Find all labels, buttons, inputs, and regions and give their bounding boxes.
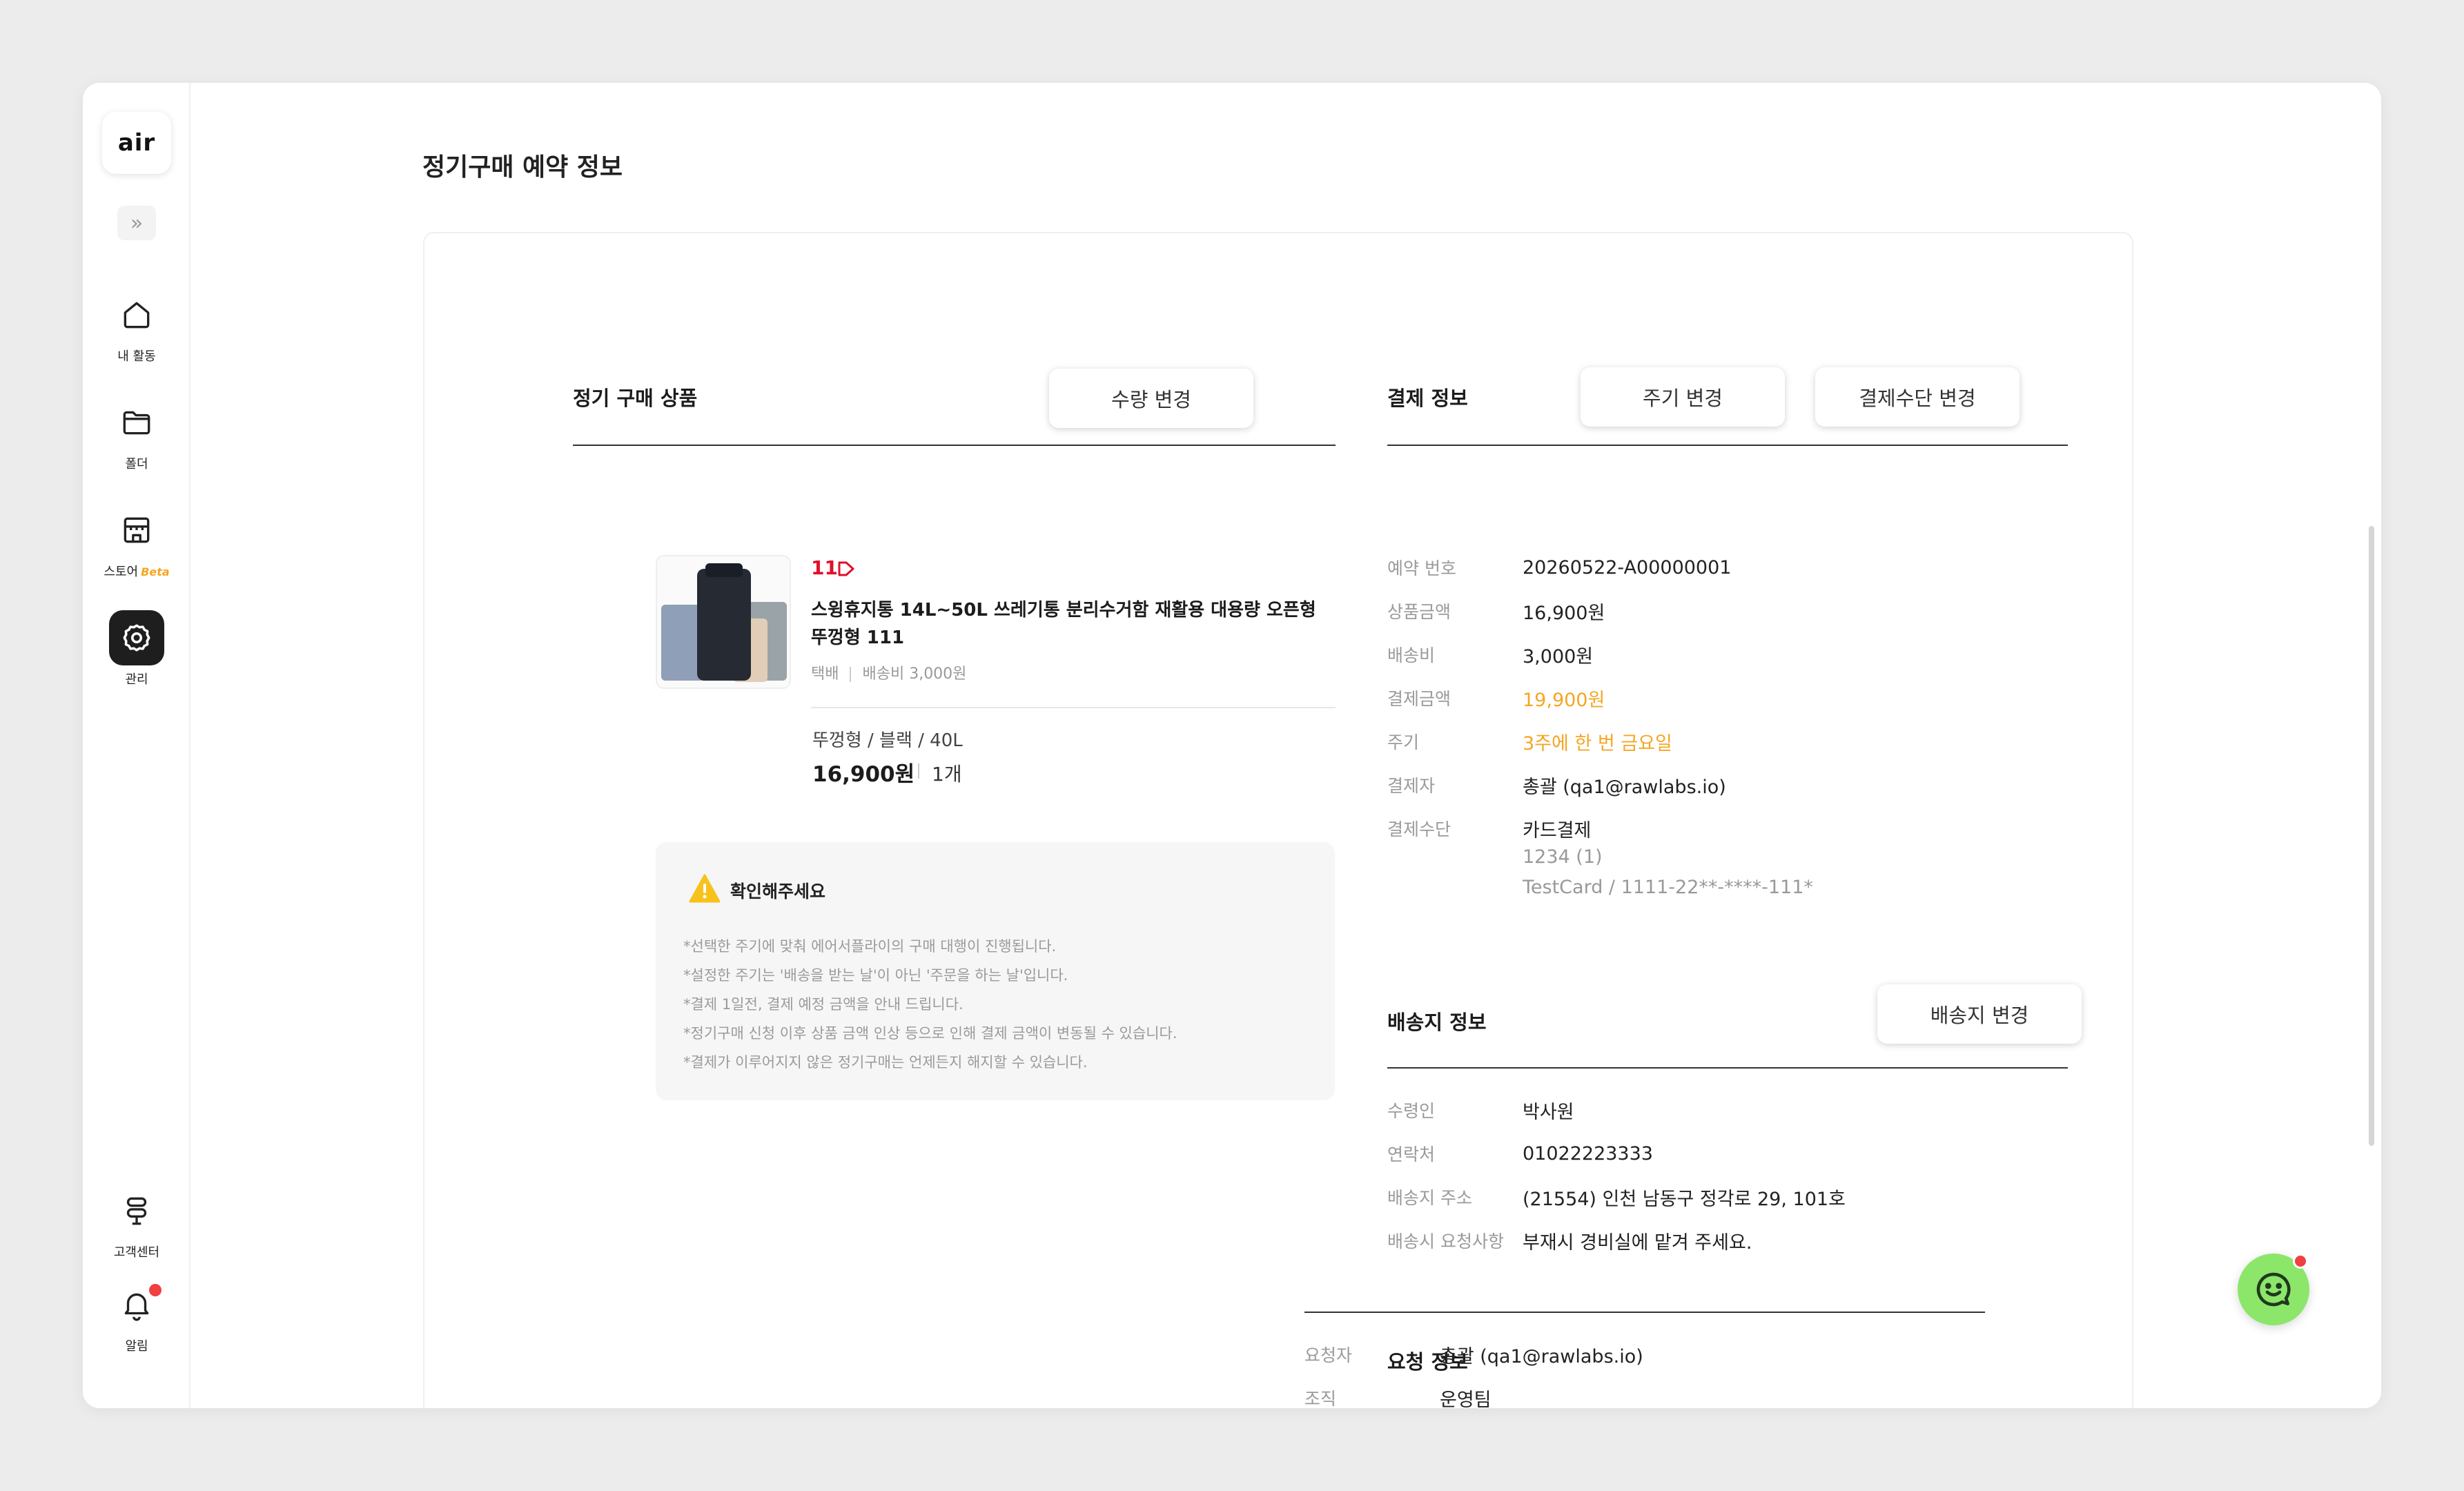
- change-quantity-button[interactable]: 수량 변경: [1049, 369, 1253, 428]
- shipping-row: 연락처 01022223333: [1387, 1140, 2077, 1167]
- delivery-type: 택배: [811, 665, 839, 683]
- sidebar-item-notifications[interactable]: 알림: [83, 1277, 190, 1354]
- sidebar-item-label: 스토어: [104, 565, 139, 579]
- row-label: 결제자: [1387, 776, 1436, 796]
- recipient: 박사원: [1523, 1101, 1574, 1123]
- payment-method-detail: 1234 (1): [1523, 846, 1603, 868]
- product-quantity: 1개: [932, 763, 962, 786]
- payment-section-title: 결제 정보: [1387, 387, 1468, 410]
- payment-row: 배송비 3,000원: [1387, 641, 2077, 668]
- row-label: 주기: [1387, 732, 1420, 752]
- request-section-title: 요청 정보: [1387, 1350, 1468, 1374]
- payment-row: 결제수단 카드결제: [1387, 815, 2077, 842]
- address: (21554) 인천 남동구 정각로 29, 101호: [1523, 1188, 1846, 1210]
- shipping-fee: 배송비 3,000원: [862, 665, 967, 683]
- sidebar-item-admin[interactable]: 관리: [83, 610, 190, 688]
- notice-line: *결제 1일전, 결제 예정 금액을 안내 드립니다.: [683, 996, 964, 1013]
- product-name[interactable]: 스윙휴지통 14L~50L 쓰레기통 분리수거함 재활용 대용량 오픈형 뚜껑형…: [811, 596, 1336, 652]
- product-amount: 16,900원: [1523, 602, 1605, 624]
- store-icon: [109, 503, 164, 558]
- product-image[interactable]: [656, 555, 791, 689]
- reservation-number: 20260522-A00000001: [1523, 556, 1732, 578]
- payer: 총괄 (qa1@rawlabs.io): [1523, 776, 1726, 798]
- payment-row: 결제금액 19,900원: [1387, 684, 2077, 712]
- notice-title: 확인해주세요: [730, 881, 826, 902]
- sidebar: air » 내 활동 폴더 스토어 Beta 관리 고객센터 알림: [83, 83, 190, 1408]
- bell-icon: [109, 1277, 164, 1332]
- mall-logo-arrow-icon: [838, 561, 854, 576]
- payment-method: 카드결제: [1523, 819, 1592, 841]
- shipping-row: 배송시 요청사항 부재시 경비실에 맡겨 주세요.: [1387, 1227, 2077, 1254]
- sidebar-item-support[interactable]: 고객센터: [83, 1183, 190, 1260]
- sidebar-item-folder[interactable]: 폴더: [83, 395, 190, 472]
- app-logo[interactable]: air: [102, 112, 171, 174]
- chat-notification-dot: [2293, 1254, 2308, 1269]
- total-amount: 19,900원: [1523, 689, 1605, 711]
- product-option: 뚜껑형 / 블랙 / 40L: [812, 730, 963, 751]
- notice-line: *정기구매 신청 이후 상품 금액 인상 등으로 인해 결제 금액이 변동될 수…: [683, 1025, 1177, 1042]
- row-label: 배송비: [1387, 645, 1436, 665]
- section-divider: [1387, 445, 2068, 446]
- sidebar-item-label-wrap: 스토어 Beta: [104, 562, 169, 580]
- sidebar-item-label: 내 활동: [117, 349, 156, 364]
- sidebar-expand-button[interactable]: »: [117, 206, 156, 240]
- notice-line: *설정한 주기는 '배송을 받는 날'이 아닌 '주문을 하는 날'입니다.: [683, 967, 1068, 984]
- sidebar-item-label: 알림: [125, 1339, 148, 1354]
- shipping-row: 수령인 박사원: [1387, 1096, 2077, 1124]
- delivery-request: 부재시 경비실에 맡겨 주세요.: [1523, 1231, 1752, 1254]
- sidebar-item-label: 폴더: [125, 457, 148, 471]
- shipping-section-title: 배송지 정보: [1387, 1011, 1487, 1034]
- sidebar-item-store[interactable]: 스토어 Beta: [83, 503, 190, 580]
- shipping-amount: 3,000원: [1523, 645, 1594, 667]
- sidebar-item-label: 고객센터: [113, 1245, 160, 1260]
- page-title: 정기구매 예약 정보: [422, 153, 623, 182]
- change-address-button[interactable]: 배송지 변경: [1877, 984, 2082, 1044]
- notice-line: *선택한 주기에 맞춰 에어서플라이의 구매 대행이 진행됩니다.: [683, 938, 1057, 955]
- mall-logo: 11: [811, 556, 838, 579]
- scrollbar[interactable]: [2369, 526, 2374, 1146]
- gear-icon: [109, 610, 164, 665]
- section-divider: [1387, 1067, 2068, 1069]
- payment-row: 결제자 총괄 (qa1@rawlabs.io): [1387, 771, 2077, 799]
- separator: [850, 667, 852, 682]
- payment-card-detail: TestCard / 1111-22**-****-111*: [1523, 877, 1813, 898]
- payment-row: 주기 3주에 한 번 금요일: [1387, 728, 2077, 755]
- payment-row: 상품금액 16,900원: [1387, 597, 2077, 625]
- double-chevron-right-icon: »: [130, 211, 144, 235]
- row-label: 연락처: [1387, 1144, 1436, 1164]
- notification-dot: [149, 1284, 162, 1296]
- product-shipping-info: 택배 배송비 3,000원: [811, 661, 966, 683]
- section-divider: [573, 445, 1336, 446]
- chat-button[interactable]: [2238, 1254, 2309, 1325]
- product-divider: [811, 707, 1336, 708]
- change-cycle-button[interactable]: 주기 변경: [1581, 367, 1785, 427]
- row-label: 결제수단: [1387, 819, 1451, 839]
- row-label: 배송시 요청사항: [1387, 1231, 1504, 1251]
- product-price: 16,900원: [812, 762, 915, 787]
- shipping-row: 배송지 주소 (21554) 인천 남동구 정각로 29, 101호: [1387, 1183, 2077, 1211]
- change-payment-method-button[interactable]: 결제수단 변경: [1815, 367, 2020, 427]
- beta-badge: Beta: [141, 565, 170, 578]
- separator: [918, 763, 919, 779]
- row-label: 배송지 주소: [1387, 1188, 1472, 1208]
- chat-bubble-icon: [2256, 1272, 2291, 1307]
- notice-lines: *선택한 주기에 맞춰 에어서플라이의 구매 대행이 진행됩니다. *설정한 주…: [683, 932, 1177, 1077]
- sidebar-item-my-activity[interactable]: 내 활동: [83, 287, 190, 364]
- row-label: 상품금액: [1387, 602, 1451, 622]
- payment-row: 예약 번호 20260522-A00000001: [1387, 554, 2077, 581]
- notice-line: *결제가 이루어지지 않은 정기구매는 언제든지 해지할 수 있습니다.: [683, 1054, 1088, 1071]
- signpost-icon: [109, 1183, 164, 1238]
- purchase-cycle: 3주에 한 번 금요일: [1523, 732, 1672, 754]
- row-label: 예약 번호: [1387, 558, 1456, 578]
- home-icon: [109, 287, 164, 342]
- app-window: air » 내 활동 폴더 스토어 Beta 관리 고객센터 알림 정기구매 예…: [83, 83, 2381, 1408]
- row-label: 수령인: [1387, 1101, 1436, 1121]
- row-label: 결제금액: [1387, 689, 1451, 709]
- contact: 01022223333: [1523, 1142, 1653, 1164]
- product-section-title: 정기 구매 상품: [573, 387, 698, 410]
- folder-icon: [109, 395, 164, 450]
- warning-icon: [689, 874, 721, 903]
- sidebar-item-label: 관리: [125, 672, 148, 687]
- notice-box: 확인해주세요 *선택한 주기에 맞춰 에어서플라이의 구매 대행이 진행됩니다.…: [656, 842, 1335, 1100]
